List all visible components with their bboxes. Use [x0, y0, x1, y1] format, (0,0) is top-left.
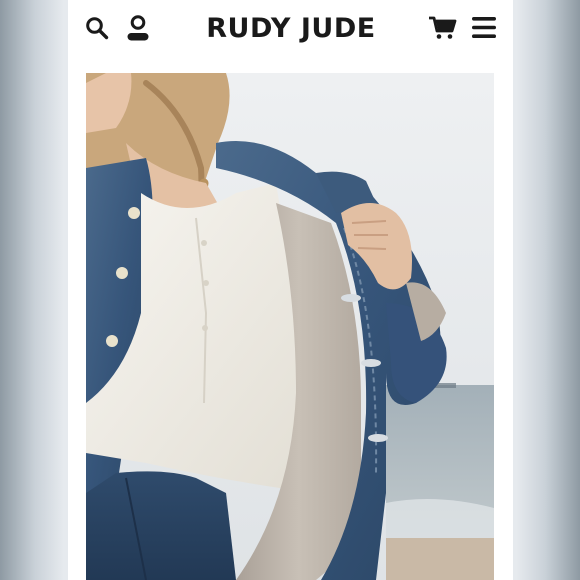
site-header: RUDY JUDE	[68, 0, 513, 60]
hero-image[interactable]	[86, 73, 494, 580]
hero-photo-illustration	[86, 73, 494, 580]
brand-logo[interactable]: RUDY JUDE	[186, 11, 396, 47]
search-icon[interactable]	[85, 16, 109, 40]
phone-screen: RUDY JUDE	[68, 0, 513, 580]
menu-icon[interactable]	[472, 17, 496, 38]
account-icon[interactable]	[126, 15, 150, 42]
cart-icon[interactable]	[428, 16, 458, 40]
